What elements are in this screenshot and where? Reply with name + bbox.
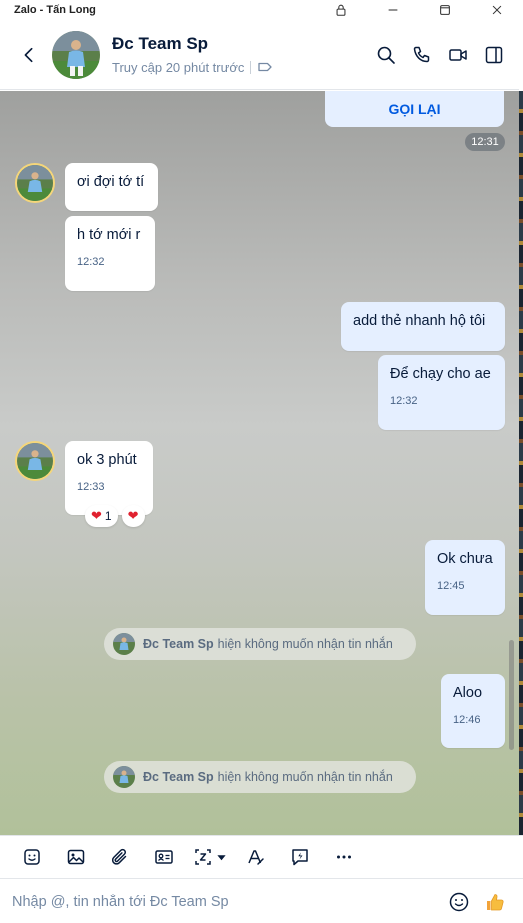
avatar-image: [17, 443, 53, 479]
thumbs-up-icon: [487, 893, 504, 910]
sidebar-icon: [485, 46, 503, 63]
reaction-summary[interactable]: ❤ 1: [85, 505, 118, 527]
avatar-image: [52, 30, 100, 79]
format-icon: [248, 850, 264, 865]
notice-avatar: [113, 633, 135, 655]
send-image-button[interactable]: [54, 840, 98, 874]
contact-status: Truy cập 20 phút trước: [112, 59, 371, 75]
message-bubble[interactable]: ơi đợi tớ tí: [65, 163, 158, 211]
voice-call-button[interactable]: [407, 40, 437, 70]
avatar-image: [113, 766, 135, 788]
maximize-icon: [440, 5, 450, 15]
message-bubble[interactable]: Aloo 12:46: [441, 674, 505, 748]
message-bubble[interactable]: Ok chưa 12:45: [425, 540, 505, 615]
call-back-button[interactable]: GỌI LẠI: [325, 91, 504, 127]
message-bubble[interactable]: add thẻ nhanh hộ tôi: [341, 302, 505, 351]
contact-card-icon: [155, 850, 173, 864]
message-text: ơi đợi tớ tí: [77, 174, 145, 190]
message-time: 12:33: [77, 481, 105, 493]
message-text: ok 3 phút: [77, 452, 137, 468]
conversation-header: Đc Team Sp Truy cập 20 phút trước: [0, 20, 519, 90]
lock-button[interactable]: [315, 0, 367, 20]
message-reactions[interactable]: ❤ 1 ❤: [85, 505, 145, 527]
message-text: Để chạy cho ae: [390, 366, 491, 382]
video-call-button[interactable]: [443, 40, 473, 70]
conversation-info-button[interactable]: [479, 40, 509, 70]
message-input[interactable]: [12, 893, 441, 910]
more-options-button[interactable]: [322, 840, 366, 874]
message-bubble[interactable]: Để chạy cho ae 12:32: [378, 355, 505, 430]
tag-icon[interactable]: [257, 59, 273, 75]
avatar-image: [17, 165, 53, 201]
composer-toolbar: [0, 835, 523, 879]
emoji-icon: [449, 892, 469, 911]
message-composer: [0, 880, 523, 923]
attach-icon: [111, 848, 127, 865]
image-icon: [67, 849, 85, 865]
sender-avatar[interactable]: [15, 441, 55, 481]
sticker-icon: [24, 849, 40, 865]
notice-name: Đc Team Sp: [143, 637, 214, 651]
message-text: Ok chưa: [437, 551, 493, 567]
emoji-button[interactable]: [441, 884, 477, 920]
send-contact-card-button[interactable]: [142, 840, 186, 874]
last-seen-text: Truy cập 20 phút trước: [112, 59, 245, 75]
screenshot-button[interactable]: [186, 840, 234, 874]
avatar-image: [113, 633, 135, 655]
call-time-chip: 12:31: [465, 133, 505, 151]
message-text: h tớ mới r: [77, 227, 141, 243]
quick-like-button[interactable]: [477, 884, 513, 920]
system-notice: Đc Team Sp hiện không muốn nhận tin nhắn: [104, 628, 416, 660]
system-notice: Đc Team Sp hiện không muốn nhận tin nhắn: [104, 761, 416, 793]
reaction-count: 1: [104, 509, 112, 523]
heart-icon: ❤: [127, 508, 139, 523]
lock-icon: [336, 4, 346, 16]
quick-message-icon: [292, 849, 308, 866]
chevron-down-icon[interactable]: [216, 852, 227, 863]
phone-icon: [413, 46, 430, 62]
message-time: 12:32: [390, 395, 418, 407]
notice-avatar: [113, 766, 135, 788]
contact-avatar[interactable]: [52, 30, 100, 79]
message-time: 12:46: [453, 714, 481, 726]
sticker-button[interactable]: [10, 840, 54, 874]
message-text: Aloo: [453, 685, 483, 701]
window-titlebar: Zalo - Tấn Long: [0, 0, 523, 20]
more-icon: [337, 855, 351, 859]
back-button[interactable]: [15, 41, 43, 69]
notice-name: Đc Team Sp: [143, 770, 214, 784]
minimize-button[interactable]: [367, 0, 419, 20]
maximize-button[interactable]: [419, 0, 471, 20]
search-icon: [377, 46, 395, 64]
quick-message-button[interactable]: [278, 840, 322, 874]
background-window-edge: [519, 91, 523, 835]
back-icon: [24, 47, 33, 62]
message-time: 12:32: [77, 256, 105, 268]
message-text: add thẻ nhanh hộ tôi: [353, 313, 486, 329]
status-divider: [250, 60, 252, 74]
heart-icon: ❤: [91, 508, 102, 523]
contact-name: Đc Team Sp: [112, 34, 209, 53]
message-bubble[interactable]: ok 3 phút 12:33: [65, 441, 153, 515]
video-icon: [449, 48, 467, 61]
message-time: 12:45: [437, 580, 465, 592]
minimize-icon: [388, 9, 398, 11]
notice-text: hiện không muốn nhận tin nhắn: [217, 770, 393, 784]
contact-info[interactable]: Đc Team Sp Truy cập 20 phút trước: [112, 34, 371, 75]
header-actions: [371, 40, 509, 70]
message-bubble[interactable]: h tớ mới r 12:32: [65, 216, 155, 291]
screenshot-icon: [195, 849, 211, 865]
close-icon: [492, 5, 502, 15]
text-format-button[interactable]: [234, 840, 278, 874]
search-button[interactable]: [371, 40, 401, 70]
close-button[interactable]: [471, 0, 523, 20]
notice-text: hiện không muốn nhận tin nhắn: [217, 637, 393, 651]
window-title: Zalo - Tấn Long: [14, 4, 96, 16]
add-reaction-button[interactable]: ❤: [121, 505, 145, 527]
attach-file-button[interactable]: [98, 840, 142, 874]
chat-scrollbar[interactable]: [509, 640, 514, 750]
sender-avatar[interactable]: [15, 163, 55, 203]
